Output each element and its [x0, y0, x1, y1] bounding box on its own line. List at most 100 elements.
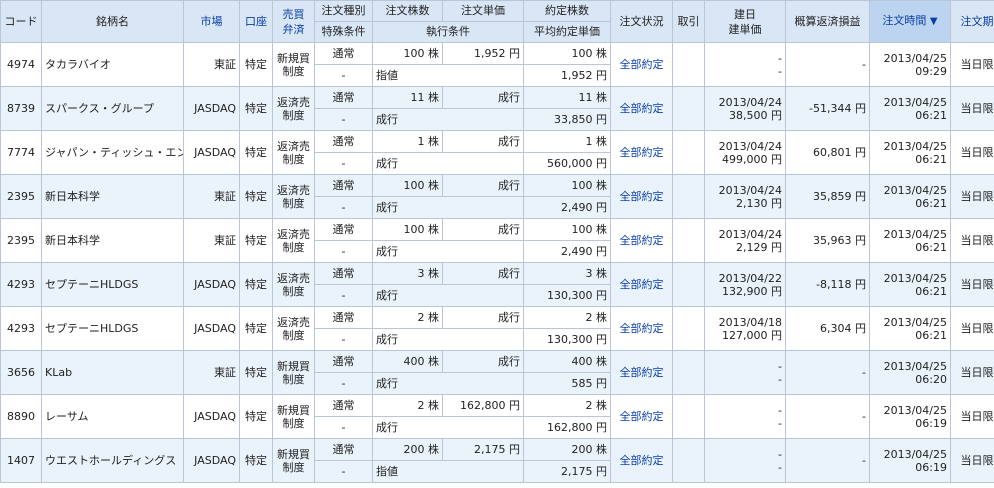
header-code[interactable]: コード	[0, 0, 42, 43]
open-info: - -	[704, 438, 786, 483]
stock-name: セプテーニHLDGS	[41, 262, 184, 307]
exec-condition: 指値	[372, 64, 524, 87]
order-type: 通常	[314, 174, 373, 197]
open-price: -	[778, 64, 782, 78]
header-side-line1: 売買	[282, 7, 305, 21]
stock-code: 2395	[0, 174, 42, 219]
order-time: 2013/04/25 06:19	[869, 438, 951, 483]
header-market[interactable]: 市場	[183, 0, 240, 43]
order-qty: 200 株	[372, 438, 443, 461]
trade-side: 新規買 制度	[272, 350, 315, 395]
stock-name: 新日本科学	[41, 174, 184, 219]
table-row: 3656 KLab 東証 特定 新規買 制度 通常 400 株 成行 400 株…	[0, 350, 994, 395]
order-status-link[interactable]: 全部約定	[610, 262, 673, 307]
trade-side-line2: 制度	[282, 416, 305, 430]
order-status-link[interactable]: 全部約定	[610, 174, 673, 219]
filled-qty: 400 株	[523, 350, 611, 373]
trade-side-line1: 返済売	[277, 183, 310, 197]
header-cancel: 取引	[672, 0, 705, 43]
exec-condition: 成行	[372, 240, 524, 263]
avg-fill-price: 2,490 円	[523, 196, 611, 219]
open-info: 2013/04/18 127,000 円	[704, 306, 786, 351]
order-clock: 06:21	[915, 284, 947, 298]
open-date: 2013/04/24	[718, 95, 782, 109]
open-date: -	[778, 447, 782, 461]
order-time: 2013/04/25 06:21	[869, 306, 951, 351]
market: 東証	[183, 350, 240, 395]
cancel-cell	[672, 438, 705, 483]
trade-side-line1: 返済売	[277, 227, 310, 241]
order-qty: 3 株	[372, 262, 443, 285]
order-type: 通常	[314, 350, 373, 373]
market: JASDAQ	[183, 438, 240, 483]
market: JASDAQ	[183, 306, 240, 351]
order-status-link[interactable]: 全部約定	[610, 438, 673, 483]
order-date: 2013/04/25	[883, 183, 947, 197]
stock-code: 4974	[0, 42, 42, 87]
order-clock: 06:19	[915, 460, 947, 474]
order-type: 通常	[314, 86, 373, 109]
order-status-link[interactable]: 全部約定	[610, 86, 673, 131]
order-qty: 2 株	[372, 394, 443, 417]
filled-qty: 100 株	[523, 174, 611, 197]
stock-code: 3656	[0, 350, 42, 395]
open-price: 38,500 円	[729, 108, 782, 122]
open-price: -	[778, 372, 782, 386]
stock-code: 7774	[0, 130, 42, 175]
order-time: 2013/04/25 06:21	[869, 262, 951, 307]
filled-qty: 200 株	[523, 438, 611, 461]
open-date: -	[778, 51, 782, 65]
special-condition: -	[314, 284, 373, 307]
estimated-pnl: -	[785, 350, 870, 395]
header-price: 注文単価	[442, 0, 524, 22]
stock-code: 4293	[0, 262, 42, 307]
market: JASDAQ	[183, 130, 240, 175]
header-side[interactable]: 売買 弁済	[272, 0, 315, 43]
order-price: 成行	[442, 350, 524, 373]
header-name[interactable]: 銘柄名	[41, 0, 184, 43]
trade-side-line2: 制度	[282, 372, 305, 386]
order-price: 成行	[442, 262, 524, 285]
trade-side-line2: 制度	[282, 328, 305, 342]
order-status-link[interactable]: 全部約定	[610, 218, 673, 263]
stock-name: セプテーニHLDGS	[41, 306, 184, 351]
order-status-link[interactable]: 全部約定	[610, 350, 673, 395]
table-row: 4974 タカラバイオ 東証 特定 新規買 制度 通常 100 株 1,952 …	[0, 42, 994, 87]
stock-name: 新日本科学	[41, 218, 184, 263]
order-status-link[interactable]: 全部約定	[610, 306, 673, 351]
account-type: 特定	[239, 174, 273, 219]
trade-side: 返済売 制度	[272, 306, 315, 351]
market: JASDAQ	[183, 262, 240, 307]
avg-fill-price: 2,175 円	[523, 460, 611, 483]
exec-condition: 成行	[372, 284, 524, 307]
order-expiry: 当日限り	[950, 42, 994, 87]
estimated-pnl: -8,118 円	[785, 262, 870, 307]
order-status-link[interactable]: 全部約定	[610, 394, 673, 439]
header-expiry[interactable]: 注文期限	[950, 0, 994, 43]
header-order-time-label: 注文時間	[882, 14, 927, 27]
header-account[interactable]: 口座	[239, 0, 273, 43]
open-price: 2,130 円	[736, 196, 782, 210]
order-qty: 1 株	[372, 130, 443, 153]
open-info: 2013/04/24 2,129 円	[704, 218, 786, 263]
order-clock: 06:21	[915, 328, 947, 342]
trade-side-line2: 制度	[282, 64, 305, 78]
order-status-link[interactable]: 全部約定	[610, 130, 673, 175]
order-time: 2013/04/25 06:21	[869, 218, 951, 263]
header-side-line2: 弁済	[282, 22, 305, 36]
stock-code: 4293	[0, 306, 42, 351]
order-expiry: 当日限り	[950, 218, 994, 263]
market: 東証	[183, 42, 240, 87]
order-clock: 06:19	[915, 416, 947, 430]
order-status-link[interactable]: 全部約定	[610, 42, 673, 87]
stock-name: レーサム	[41, 394, 184, 439]
estimated-pnl: -51,344 円	[785, 86, 870, 131]
filled-qty: 2 株	[523, 306, 611, 329]
open-price: 127,000 円	[722, 328, 782, 342]
order-clock: 06:21	[915, 196, 947, 210]
open-info: 2013/04/22 132,900 円	[704, 262, 786, 307]
trade-side-line1: 返済売	[277, 139, 310, 153]
header-order-time[interactable]: 注文時間 ▼	[869, 0, 951, 43]
header-qty: 注文株数	[372, 0, 443, 22]
open-price: -	[778, 416, 782, 430]
